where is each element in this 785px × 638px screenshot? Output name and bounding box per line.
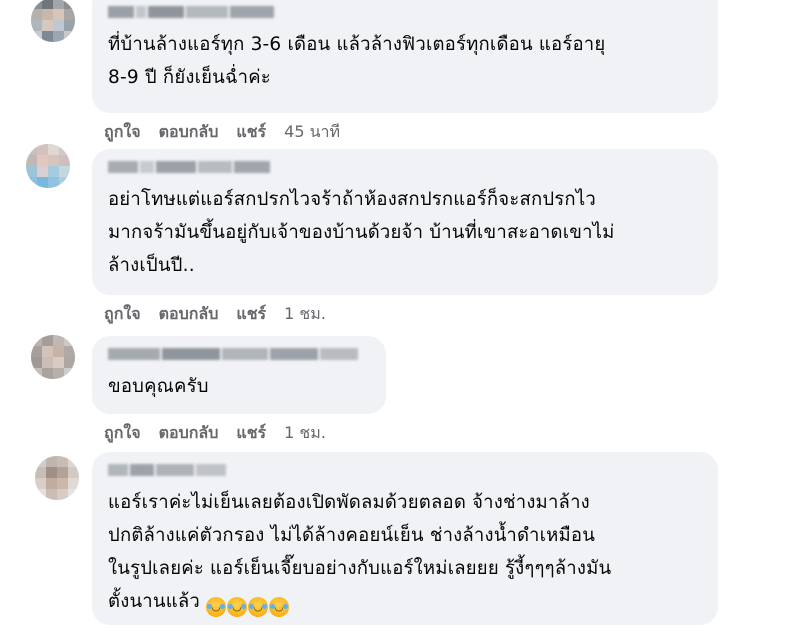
commenter-name[interactable]: [108, 4, 704, 20]
avatar[interactable]: [26, 144, 70, 188]
comment-text: ที่บ้านล้างแอร์ทุก 3-6 เดือน แล้วล้างฟิว…: [108, 34, 606, 88]
timestamp[interactable]: 1 ชม.: [284, 302, 326, 327]
share-button[interactable]: แชร์: [236, 421, 266, 446]
timestamp[interactable]: 1 ชม.: [284, 421, 326, 446]
comment-text: ขอบคุณครับ: [108, 376, 209, 397]
avatar[interactable]: [31, 0, 75, 42]
like-button[interactable]: ถูกใจ: [104, 120, 141, 145]
reply-button[interactable]: ตอบกลับ: [159, 120, 219, 145]
emoji-group: ◡ ◡ ◡ ◡: [206, 591, 290, 617]
rolling-on-floor-laughing-icon: ◡: [206, 597, 227, 617]
avatar[interactable]: [31, 335, 75, 379]
comment-actions: ถูกใจ ตอบกลับ แชร์ 1 ชม.: [104, 421, 326, 446]
reply-button[interactable]: ตอบกลับ: [159, 421, 219, 446]
rolling-on-floor-laughing-icon: ◡: [269, 597, 290, 617]
comment-bubble: ขอบคุณครับ: [92, 336, 386, 414]
rolling-on-floor-laughing-icon: ◡: [227, 597, 248, 617]
comment-text: อย่าโทษแต่แอร์สกปรกไวจร้าถ้าห้องสกปรกแอร…: [108, 189, 615, 276]
share-button[interactable]: แชร์: [236, 302, 266, 327]
comment-text: แอร์เราค่ะไม่เย็นเลยต้องเปิดพัดลมด้วยตลอ…: [108, 486, 704, 618]
like-button[interactable]: ถูกใจ: [104, 302, 141, 327]
share-button[interactable]: แชร์: [236, 120, 266, 145]
comment-bubble: ที่บ้านล้างแอร์ทุก 3-6 เดือน แล้วล้างฟิว…: [92, 0, 718, 113]
commenter-name[interactable]: [108, 462, 704, 478]
rolling-on-floor-laughing-icon: ◡: [248, 597, 269, 617]
reply-button[interactable]: ตอบกลับ: [159, 302, 219, 327]
timestamp[interactable]: 45 นาที: [284, 120, 340, 145]
avatar[interactable]: [35, 456, 79, 500]
comments-thread: ที่บ้านล้างแอร์ทุก 3-6 เดือน แล้วล้างฟิว…: [0, 0, 785, 638]
comment-actions: ถูกใจ ตอบกลับ แชร์ 1 ชม.: [104, 302, 326, 327]
commenter-name[interactable]: [108, 346, 372, 362]
comment-actions: ถูกใจ ตอบกลับ แชร์ 45 นาที: [104, 120, 340, 145]
comment-bubble: อย่าโทษแต่แอร์สกปรกไวจร้าถ้าห้องสกปรกแอร…: [92, 149, 718, 295]
like-button[interactable]: ถูกใจ: [104, 421, 141, 446]
comment-bubble: แอร์เราค่ะไม่เย็นเลยต้องเปิดพัดลมด้วยตลอ…: [92, 452, 718, 625]
commenter-name[interactable]: [108, 159, 704, 175]
